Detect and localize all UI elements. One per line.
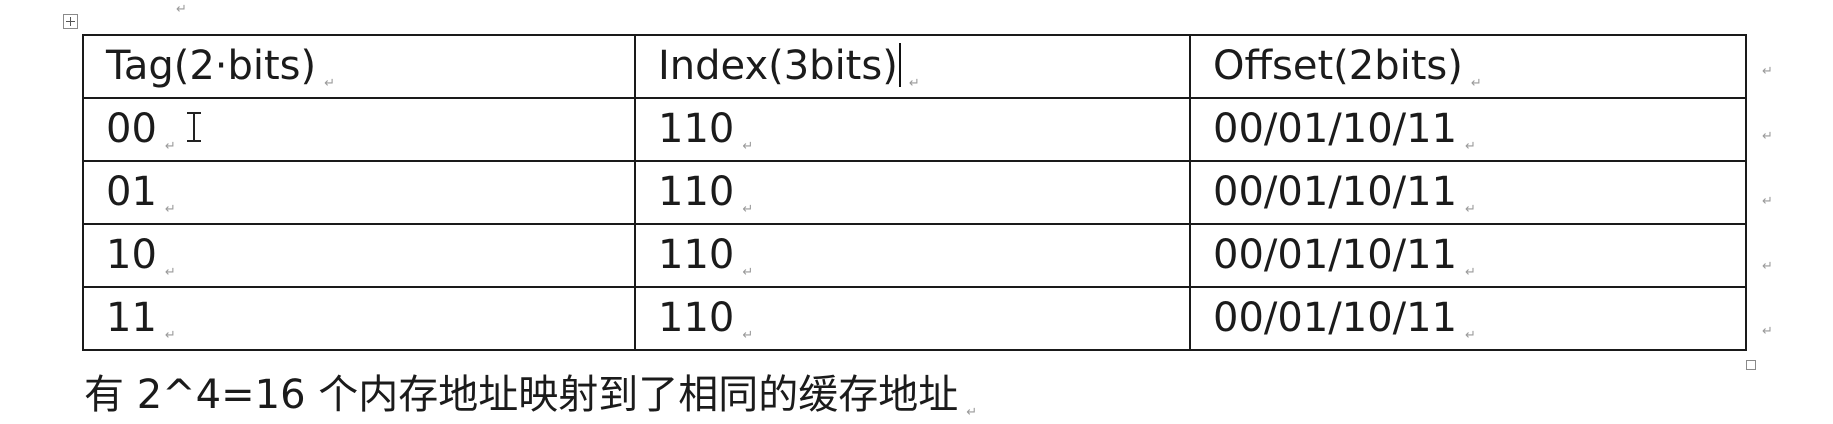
tag-value: 10: [106, 231, 157, 278]
table-cell[interactable]: 00 ↵: [82, 97, 636, 162]
table-cell[interactable]: 11 ↵: [82, 286, 636, 351]
address-mapping-table: Tag(2·bits) ↵ Index(3bits) ↵ Offset(2bits)…: [82, 34, 1747, 351]
paragraph-mark: ↵: [966, 405, 978, 420]
table-cell[interactable]: 00/01/10/11 ↵: [1189, 97, 1747, 162]
table-cell[interactable]: 00/01/10/11 ↵: [1189, 160, 1747, 225]
cell-end-mark: ↵: [164, 264, 176, 280]
cell-end-mark: ↵: [742, 201, 754, 217]
table-row: 10 ↵ 110 ↵ 00/01/10/11 ↵: [82, 223, 1747, 288]
cell-end-mark: ↵: [908, 75, 920, 91]
row-end-mark: ↵: [1762, 194, 1773, 209]
cell-end-mark: ↵: [164, 138, 176, 154]
cell-end-mark: ↵: [324, 75, 336, 91]
row-end-mark: ↵: [1762, 324, 1773, 339]
table-cell[interactable]: 110 ↵: [634, 223, 1191, 288]
index-value: 110: [658, 105, 735, 152]
row-end-mark: ↵: [1762, 129, 1773, 144]
cell-end-mark: ↵: [1465, 264, 1476, 280]
text-caret: [898, 42, 901, 87]
paragraph-mark: ↵: [176, 2, 187, 17]
index-value: 110: [658, 294, 735, 341]
caption-text: 有 2^4=16 个内存地址映射到了相同的缓存地址: [84, 372, 959, 418]
table-header-cell[interactable]: Offset(2bits) ↵: [1189, 34, 1747, 99]
header-index: Index(3bits): [658, 42, 898, 89]
tag-value: 11: [106, 294, 157, 341]
table-resize-handle-icon[interactable]: [1746, 360, 1756, 370]
row-end-mark: ↵: [1762, 259, 1773, 274]
cell-end-mark: ↵: [1465, 138, 1476, 154]
row-end-mark: ↵: [1762, 64, 1773, 79]
table-row: 01 ↵ 110 ↵ 00/01/10/11 ↵: [82, 160, 1747, 225]
table-cell[interactable]: 10 ↵: [82, 223, 636, 288]
table-cell[interactable]: 110 ↵: [634, 286, 1191, 351]
table-cell[interactable]: 00/01/10/11 ↵: [1189, 286, 1747, 351]
i-beam-cursor-icon: [187, 112, 201, 142]
tag-value: 00: [106, 105, 157, 152]
cell-end-mark: ↵: [164, 327, 176, 343]
cell-end-mark: ↵: [1470, 75, 1482, 91]
tag-value: 01: [106, 168, 157, 215]
cell-end-mark: ↵: [742, 138, 754, 154]
cell-end-mark: ↵: [164, 201, 176, 217]
table-header-cell[interactable]: Tag(2·bits) ↵: [82, 34, 636, 99]
offset-value: 00/01/10/11: [1213, 105, 1458, 152]
header-tag: Tag(2·bits): [106, 42, 317, 89]
table-cell[interactable]: 01 ↵: [82, 160, 636, 225]
offset-value: 00/01/10/11: [1213, 168, 1458, 215]
index-value: 110: [658, 231, 735, 278]
cell-end-mark: ↵: [1465, 327, 1476, 343]
table-header-row: Tag(2·bits) ↵ Index(3bits) ↵ Offset(2bits)…: [82, 34, 1747, 99]
index-value: 110: [658, 168, 735, 215]
header-offset: Offset(2bits): [1213, 42, 1463, 89]
offset-value: 00/01/10/11: [1213, 294, 1458, 341]
table-cell[interactable]: 00/01/10/11 ↵: [1189, 223, 1747, 288]
cell-end-mark: ↵: [1465, 201, 1476, 217]
offset-value: 00/01/10/11: [1213, 231, 1458, 278]
caption-paragraph[interactable]: 有 2^4=16 个内存地址映射到了相同的缓存地址 ↵: [84, 362, 977, 420]
table-row: 00 ↵ 110 ↵ 00/01/10/11 ↵: [82, 97, 1747, 162]
table-move-handle-icon[interactable]: [63, 14, 78, 29]
cell-end-mark: ↵: [742, 264, 754, 280]
table-cell[interactable]: 110 ↵: [634, 160, 1191, 225]
table-cell[interactable]: 110 ↵: [634, 97, 1191, 162]
table-row: 11 ↵ 110 ↵ 00/01/10/11 ↵: [82, 286, 1747, 351]
cell-end-mark: ↵: [742, 327, 754, 343]
table-header-cell[interactable]: Index(3bits) ↵: [634, 34, 1191, 99]
